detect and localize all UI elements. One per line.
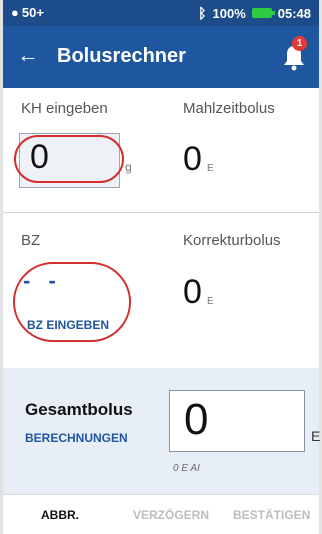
status-left-text: 50+ — [21, 5, 44, 20]
sim-icon: ● — [11, 5, 19, 20]
app-bar: ← Bolusrechner 1 — [3, 26, 319, 88]
delay-button[interactable]: VERZÖGERN — [133, 508, 209, 522]
screen: ● 50+ ᛒ 100% 05:48 ← Bolusrechner 1 KH e… — [0, 0, 322, 534]
correction-bolus-value: 0 — [183, 273, 202, 311]
bg-label: BZ — [21, 232, 41, 249]
meal-bolus-value: 0 — [183, 140, 202, 178]
back-arrow-icon[interactable]: ← — [17, 44, 39, 66]
carbs-label: KH eingeben — [21, 100, 108, 117]
page-title: Bolusrechner — [57, 45, 186, 67]
meal-bolus-unit: E — [207, 163, 214, 174]
battery-icon — [251, 8, 275, 18]
carbs-unit: g — [125, 160, 132, 174]
total-bolus-unit: E — [311, 428, 321, 444]
correction-bolus-unit: E — [207, 296, 214, 307]
cancel-button[interactable]: ABBR. — [41, 508, 79, 522]
bluetooth-icon: ᛒ — [198, 5, 207, 21]
total-bolus-panel: Gesamtbolus BERECHNUNGEN 0 E 0 E AI — [3, 368, 321, 494]
calculations-link[interactable]: BERECHNUNGEN — [25, 431, 128, 445]
divider — [3, 212, 319, 213]
total-bolus-input[interactable]: 0 — [169, 390, 305, 452]
notification-badge: 1 — [292, 36, 307, 51]
correction-bolus-label: Korrekturbolus — [183, 232, 281, 249]
meal-bolus-label: Mahlzeitbolus — [183, 100, 275, 117]
status-bar: ● 50+ ᛒ 100% 05:48 — [3, 0, 319, 26]
action-bar: ABBR. VERZÖGERN BESTÄTIGEN — [3, 494, 319, 534]
highlight-ring — [14, 135, 124, 183]
confirm-button[interactable]: BESTÄTIGEN — [233, 508, 310, 522]
highlight-ring — [13, 262, 131, 342]
total-bolus-label: Gesamtbolus — [25, 400, 133, 419]
battery-percent: 100% — [212, 5, 246, 21]
active-insulin-text: 0 E AI — [173, 463, 200, 474]
clock: 05:48 — [277, 5, 311, 21]
notification-button[interactable]: 1 — [281, 36, 307, 72]
total-bolus-value: 0 — [184, 395, 209, 444]
